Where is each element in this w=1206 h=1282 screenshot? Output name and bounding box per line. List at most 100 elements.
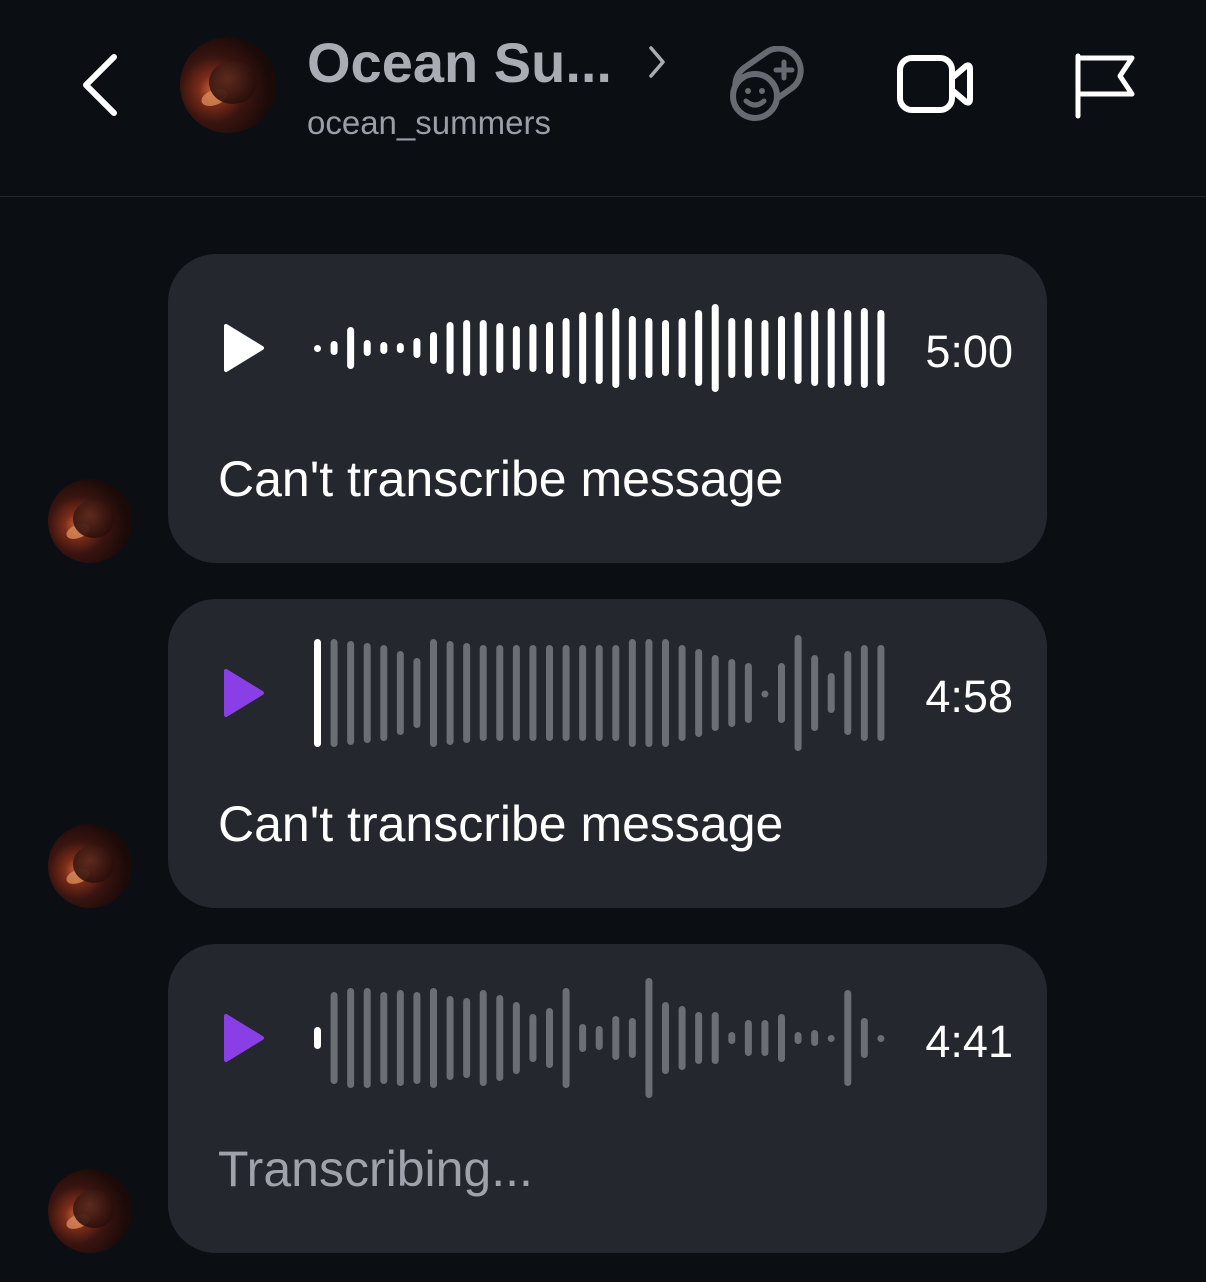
waveform-bar: [479, 990, 487, 1086]
waveform[interactable]: [308, 629, 888, 757]
waveform[interactable]: [308, 974, 888, 1102]
waveform-bar: [430, 332, 437, 364]
waveform-bar: [811, 1030, 819, 1046]
waveform-bar: [347, 327, 355, 369]
voice-duration: 5:00: [925, 326, 1013, 377]
waveform-bar: [662, 639, 669, 747]
waveform-bar: [877, 310, 885, 386]
play-button[interactable]: [220, 667, 266, 719]
contact-name[interactable]: Ocean Su...: [307, 30, 612, 95]
waveform-bar: [645, 318, 653, 378]
waveform-bar: [314, 345, 321, 352]
waveform-bar: [479, 645, 487, 741]
waveform-bar: [396, 651, 404, 735]
chevron-right-icon[interactable]: [645, 42, 669, 82]
effects-add-icon: [730, 46, 804, 121]
waveform-bar: [612, 308, 620, 388]
waveform-bar: [827, 673, 835, 713]
waveform-bar: [496, 995, 504, 1081]
waveform-bar: [860, 308, 868, 388]
waveform-bar: [512, 645, 520, 741]
waveform-bar: [546, 322, 553, 374]
sender-avatar[interactable]: [48, 479, 132, 563]
waveform-bar: [562, 988, 570, 1088]
contact-avatar[interactable]: [180, 37, 276, 133]
waveform-bar: [662, 1002, 669, 1074]
waveform-bar: [380, 992, 388, 1084]
waveform-bar: [363, 643, 371, 743]
waveform-bar: [877, 645, 885, 741]
transcription-text: Can't transcribe message: [218, 451, 784, 507]
waveform-bar: [678, 318, 686, 378]
transcription-text: Can't transcribe message: [218, 796, 784, 852]
waveform-bar: [446, 996, 454, 1080]
waveform-bar: [380, 645, 388, 741]
waveform-bar: [678, 1006, 686, 1070]
waveform-bar: [314, 1027, 321, 1049]
waveform-bar: [728, 659, 736, 727]
voice-duration: 4:41: [925, 1016, 1013, 1067]
waveform-bar: [811, 310, 819, 386]
effects-button[interactable]: [727, 46, 807, 122]
waveform-bar: [430, 988, 437, 1088]
waveform-bar: [628, 1018, 636, 1058]
waveform-bar: [827, 308, 835, 388]
back-button[interactable]: [70, 50, 130, 120]
waveform-bar: [512, 1002, 520, 1074]
sender-avatar[interactable]: [48, 824, 132, 908]
waveform-bar: [662, 320, 669, 376]
waveform-bar: [761, 690, 769, 698]
waveform-bar: [546, 1008, 553, 1068]
waveform-bar: [380, 342, 388, 354]
waveform-bar: [844, 651, 852, 735]
waveform-bar: [645, 978, 653, 1098]
video-call-button[interactable]: [896, 52, 976, 116]
waveform-bar: [728, 318, 736, 378]
report-flag-icon: [1075, 53, 1135, 119]
waveform-bar: [446, 641, 454, 745]
waveform-bar: [579, 1024, 587, 1052]
waveform-bar: [811, 655, 819, 731]
play-button[interactable]: [220, 322, 266, 374]
waveform-bar: [744, 663, 752, 723]
waveform-bar: [330, 639, 338, 747]
waveform-bar: [479, 320, 487, 376]
video-call-icon: [897, 55, 973, 113]
waveform-bar: [529, 1014, 537, 1062]
report-button[interactable]: [1070, 50, 1136, 120]
waveform-bar: [595, 312, 603, 384]
waveform-bar: [463, 643, 471, 743]
waveform-bar: [529, 324, 537, 372]
waveform-bar: [695, 310, 703, 386]
waveform-bar: [794, 312, 802, 384]
waveform-bar: [396, 343, 404, 353]
waveform-bar: [595, 645, 603, 741]
waveform-bar: [314, 639, 321, 747]
waveform-bar: [363, 340, 371, 356]
waveform-bar: [628, 316, 636, 380]
waveform-bar: [860, 645, 868, 741]
waveform-bar: [562, 318, 570, 378]
waveform-bar: [363, 988, 371, 1088]
waveform-bar: [778, 663, 785, 723]
waveform[interactable]: [308, 284, 888, 412]
waveform-bar: [877, 1035, 885, 1042]
waveform-bar: [778, 1014, 785, 1062]
sender-avatar[interactable]: [48, 1169, 132, 1253]
waveform-bar: [844, 310, 852, 386]
waveform-bar: [844, 990, 852, 1086]
waveform-bar: [579, 312, 587, 384]
waveform-bar: [579, 645, 587, 741]
waveform-bar: [413, 658, 421, 728]
waveform-bar: [595, 1026, 603, 1050]
waveform-bar: [612, 645, 620, 741]
play-button[interactable]: [220, 1012, 266, 1064]
waveform-bar: [562, 645, 570, 741]
voice-message: 4:58 Can't transcribe message: [168, 599, 1047, 908]
transcription-text: Transcribing...: [218, 1141, 533, 1197]
waveform-bar: [413, 992, 421, 1084]
contact-username[interactable]: ocean_summers: [307, 104, 551, 142]
waveform-bar: [446, 322, 454, 374]
waveform-bar: [744, 1020, 752, 1056]
waveform-bar: [744, 318, 752, 378]
